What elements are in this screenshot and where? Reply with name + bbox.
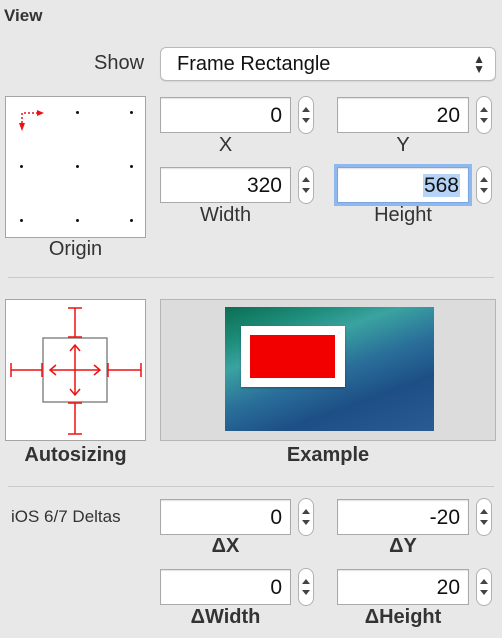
y-field[interactable]: 20	[337, 97, 469, 133]
stepper-down-icon	[302, 590, 310, 595]
example-view-red-rect	[250, 335, 335, 378]
stepper-down-icon	[480, 520, 488, 525]
origin-point-center[interactable]	[76, 165, 79, 168]
stepper-up-icon	[480, 107, 488, 112]
delta-x-field[interactable]: 0	[160, 499, 291, 535]
origin-point-bottom-left[interactable]	[20, 219, 23, 222]
stepper-up-icon	[480, 579, 488, 584]
width-stepper[interactable]	[298, 166, 314, 204]
stepper-down-icon	[302, 520, 310, 525]
delta-height-label: ΔHeight	[364, 606, 442, 628]
origin-label: Origin	[48, 238, 103, 260]
x-stepper[interactable]	[298, 96, 314, 134]
height-field-selected-text: 568	[422, 174, 460, 197]
height-label: Height	[374, 204, 432, 226]
x-label: X	[218, 134, 233, 156]
y-label: Y	[396, 134, 410, 156]
delta-width-stepper[interactable]	[298, 568, 314, 606]
width-field[interactable]: 320	[160, 167, 291, 203]
stepper-down-icon	[302, 118, 310, 123]
divider	[8, 277, 494, 278]
delta-y-field[interactable]: -20	[337, 499, 469, 535]
y-stepper[interactable]	[476, 96, 492, 134]
height-stepper[interactable]	[476, 166, 492, 204]
example-label: Example	[286, 444, 370, 466]
autosizing-label: Autosizing	[24, 444, 127, 466]
autosizing-control[interactable]	[5, 299, 146, 441]
stepper-down-icon	[480, 188, 488, 193]
width-label: Width	[199, 204, 252, 226]
stepper-up-icon	[302, 509, 310, 514]
show-label: Show	[94, 52, 145, 74]
example-wallpaper-image	[225, 307, 434, 431]
stepper-down-icon	[302, 188, 310, 193]
origin-point-middle-right[interactable]	[130, 165, 133, 168]
divider	[8, 486, 494, 487]
popup-arrows-icon: ▲ ▼	[473, 52, 485, 76]
origin-point-bottom-center[interactable]	[76, 219, 79, 222]
deltas-title: iOS 6/7 Deltas	[11, 507, 121, 526]
section-title-view: View	[4, 6, 43, 25]
delta-y-label: ΔY	[389, 535, 417, 557]
stepper-up-icon	[480, 509, 488, 514]
stepper-up-icon	[302, 579, 310, 584]
delta-width-label: ΔWidth	[190, 606, 261, 628]
stepper-up-icon	[302, 177, 310, 182]
delta-x-label: ΔX	[211, 535, 240, 557]
origin-corner-icon	[19, 110, 44, 131]
show-popup-button[interactable]: Frame Rectangle ▲ ▼	[160, 47, 496, 81]
height-field[interactable]: 568	[337, 167, 469, 203]
delta-height-field[interactable]: 20	[337, 569, 469, 605]
stepper-up-icon	[480, 177, 488, 182]
autosizing-springs-struts-icon	[10, 307, 142, 435]
delta-width-field[interactable]: 0	[160, 569, 291, 605]
stepper-down-icon	[480, 118, 488, 123]
stepper-up-icon	[302, 107, 310, 112]
origin-point-top-right[interactable]	[130, 111, 133, 114]
origin-point-bottom-right[interactable]	[130, 219, 133, 222]
origin-picker[interactable]	[5, 96, 146, 238]
origin-point-middle-left[interactable]	[20, 165, 23, 168]
delta-x-stepper[interactable]	[298, 498, 314, 536]
x-field[interactable]: 0	[160, 97, 291, 133]
example-view-frame	[241, 326, 345, 387]
stepper-down-icon	[480, 590, 488, 595]
example-preview	[160, 299, 496, 441]
origin-point-top-center[interactable]	[76, 111, 79, 114]
delta-y-stepper[interactable]	[476, 498, 492, 536]
delta-height-stepper[interactable]	[476, 568, 492, 606]
show-popup-value: Frame Rectangle	[177, 53, 331, 75]
